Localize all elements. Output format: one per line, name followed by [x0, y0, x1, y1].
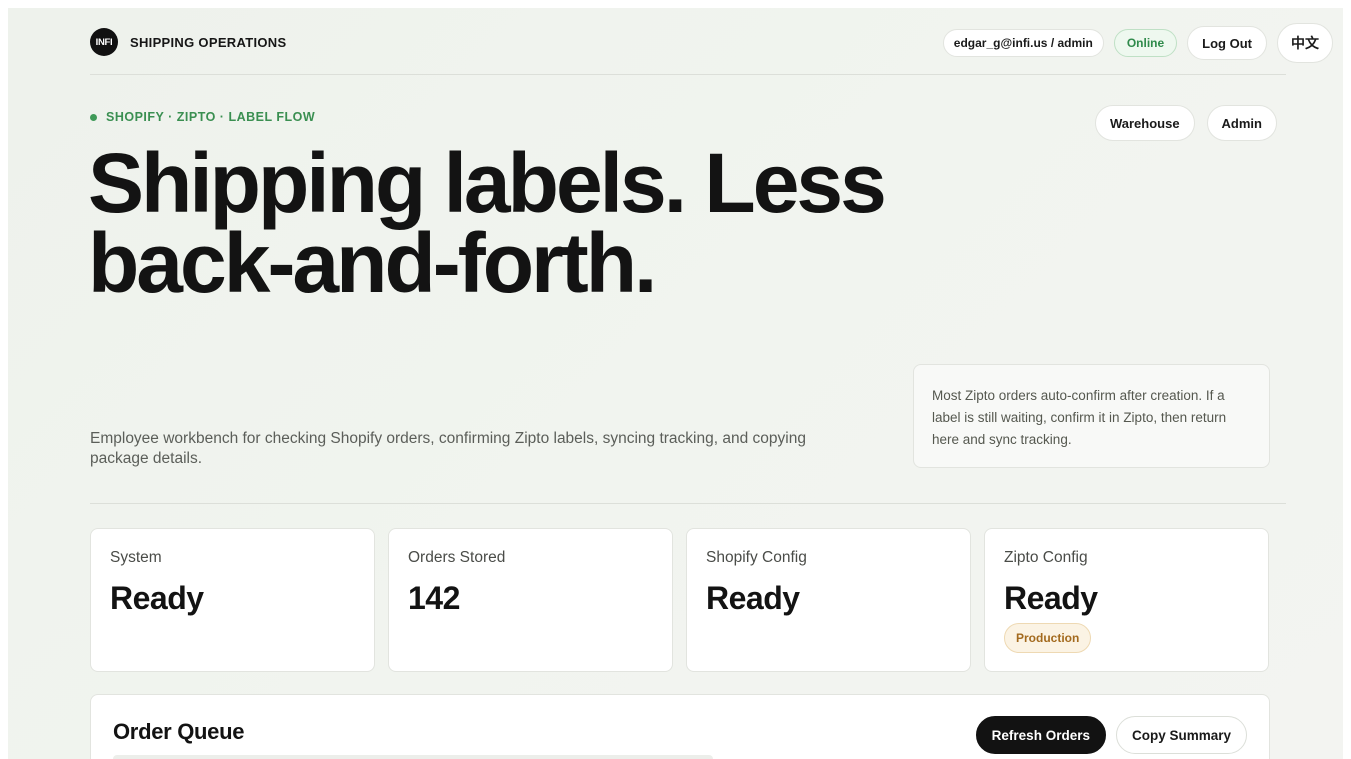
brand-name: SHIPPING OPERATIONS: [130, 34, 287, 50]
card-label: System: [110, 549, 162, 566]
status-dot-icon: [90, 113, 97, 121]
admin-button[interactable]: Admin: [1206, 105, 1277, 141]
user-account-pill[interactable]: edgar_g@infi.us / admin: [942, 29, 1104, 57]
order-queue-title: Order Queue: [113, 719, 245, 744]
queue-actions: Refresh Orders Copy Summary: [975, 716, 1247, 754]
warehouse-button[interactable]: Warehouse: [1094, 105, 1195, 141]
page-subtitle: Employee workbench for checking Shopify …: [90, 430, 806, 467]
card-value: Ready: [1004, 580, 1098, 616]
status-cards: System Ready Orders Stored 142 Shopify C…: [90, 528, 1269, 672]
section-divider: [90, 503, 1286, 504]
card-label: Orders Stored: [408, 549, 506, 566]
environment-badge: Production: [1004, 623, 1092, 653]
card-value: 142: [408, 580, 460, 616]
section-nav: Warehouse Admin: [1094, 105, 1277, 141]
copy-summary-button[interactable]: Copy Summary: [1115, 716, 1247, 754]
logout-button[interactable]: Log Out: [1187, 26, 1267, 60]
zipto-info-note: Most Zipto orders auto-confirm after cre…: [913, 364, 1270, 468]
refresh-orders-button[interactable]: Refresh Orders: [975, 716, 1106, 754]
zipto-config-card: Zipto Config Ready Production: [984, 528, 1269, 672]
card-value: Ready: [110, 580, 204, 616]
queue-description-placeholder: [113, 755, 713, 759]
language-toggle-button[interactable]: 中文: [1277, 23, 1333, 63]
shopify-config-card: Shopify Config Ready: [686, 528, 971, 672]
card-label: Shopify Config: [706, 549, 807, 566]
headline-line-2: back-and-forth.: [88, 216, 657, 310]
order-queue-panel: Order Queue Refresh Orders Copy Summary: [90, 694, 1270, 759]
header-divider: [90, 74, 1286, 75]
eyebrow: SHOPIFY · ZIPTO · LABEL FLOW: [90, 110, 315, 124]
online-status-badge: Online: [1113, 29, 1178, 57]
brand[interactable]: INFI SHIPPING OPERATIONS: [90, 28, 286, 56]
header-actions: edgar_g@infi.us / admin Online Log Out 中…: [942, 23, 1333, 63]
orders-stored-card: Orders Stored 142: [388, 528, 673, 672]
page-headline: Shipping labels. Less back-and-forth.: [88, 141, 948, 305]
card-label: Zipto Config: [1004, 549, 1088, 566]
card-value: Ready: [706, 580, 800, 616]
infi-logo: INFI: [90, 28, 118, 56]
eyebrow-text: SHOPIFY · ZIPTO · LABEL FLOW: [106, 110, 316, 124]
system-status-card: System Ready: [90, 528, 375, 672]
